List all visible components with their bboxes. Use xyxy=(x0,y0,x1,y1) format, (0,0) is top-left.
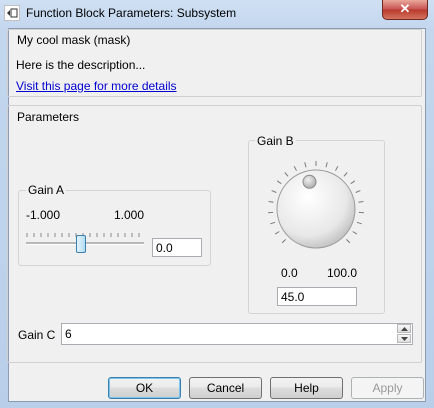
knob-tick xyxy=(281,239,286,244)
help-button[interactable]: Help xyxy=(270,377,343,399)
gain-b-input[interactable] xyxy=(277,287,357,306)
knob-tick xyxy=(271,190,277,193)
arrow-down-icon xyxy=(401,337,408,341)
knob-tick xyxy=(284,172,289,177)
mask-title: My cool mask (mask) xyxy=(17,33,131,47)
knob-tick xyxy=(276,180,282,185)
knob-tick xyxy=(350,180,356,185)
knob-tick xyxy=(352,231,358,235)
gain-a-min-label: -1.000 xyxy=(26,208,61,222)
gain-b-max-label: 100.0 xyxy=(327,266,358,280)
knob-tick xyxy=(335,165,339,171)
gain-b-label: Gain B xyxy=(255,134,296,148)
mask-description: Here is the description... xyxy=(16,58,146,72)
gain-a-input[interactable] xyxy=(152,238,202,257)
knob-tick xyxy=(343,172,348,177)
apply-button[interactable]: Apply xyxy=(351,377,424,399)
gain-b-knob[interactable] xyxy=(264,160,368,264)
gain-a-slider-thumb[interactable] xyxy=(76,235,86,253)
knob-tick xyxy=(325,162,328,168)
knob-tick xyxy=(346,239,351,244)
knob-tick xyxy=(304,162,307,168)
window-title: Function Block Parameters: Subsystem xyxy=(26,6,237,20)
gain-b-min-label: 0.0 xyxy=(281,266,298,280)
knob-tick xyxy=(268,201,274,203)
knob-tick xyxy=(356,221,362,225)
slider-ticks xyxy=(26,233,140,237)
gain-c-label: Gain C xyxy=(18,328,56,342)
close-icon: ✕ xyxy=(399,1,411,16)
gain-a-label: Gain A xyxy=(26,183,67,197)
knob-tick xyxy=(358,201,364,203)
close-button[interactable]: ✕ xyxy=(382,0,428,20)
spin-up-button[interactable] xyxy=(397,324,411,333)
ok-button[interactable]: OK xyxy=(108,377,181,399)
knob-tick xyxy=(274,231,280,235)
gain-a-max-label: 1.000 xyxy=(114,208,145,222)
gain-c-input[interactable] xyxy=(63,325,387,342)
knob-indicator xyxy=(302,174,317,189)
knob-tick xyxy=(355,190,361,193)
knob-tick xyxy=(270,221,276,225)
cancel-button[interactable]: Cancel xyxy=(189,377,262,399)
knob-tick xyxy=(293,165,297,171)
parameters-title: Parameters xyxy=(17,110,80,124)
details-link[interactable]: Visit this page for more details xyxy=(16,79,177,93)
arrow-up-icon xyxy=(401,327,408,331)
simulink-block-icon xyxy=(4,5,20,21)
spin-down-button[interactable] xyxy=(397,334,411,343)
